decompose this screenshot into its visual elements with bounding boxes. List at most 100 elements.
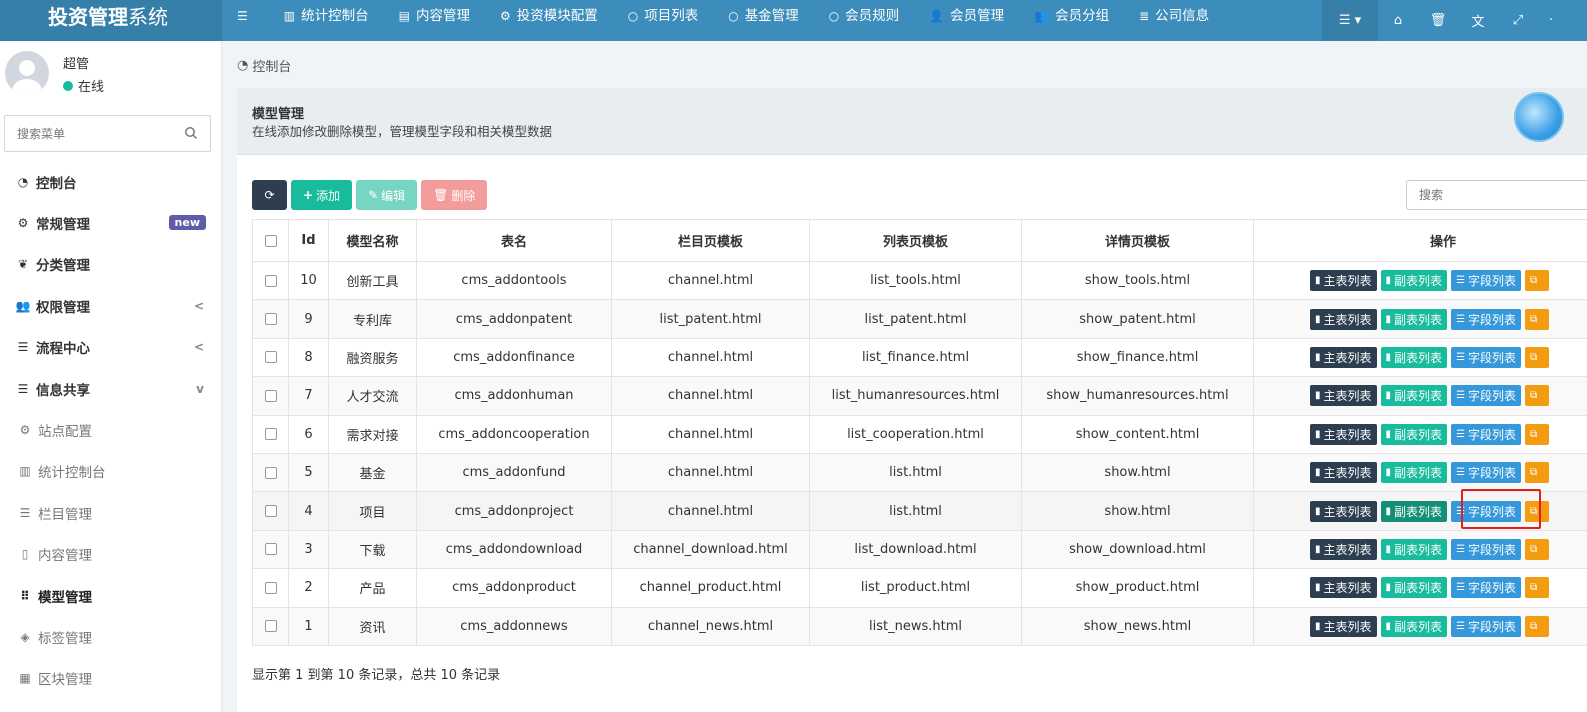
search-icon[interactable] <box>184 126 198 140</box>
field-list-button[interactable]: ☰ 字段列表 <box>1451 615 1522 637</box>
copy-button[interactable]: ⧉ <box>1525 538 1550 560</box>
row-checkbox[interactable] <box>264 581 277 594</box>
sidebar-item-dashboard[interactable]: ◔ 控制台 <box>0 161 222 202</box>
field-list-button[interactable]: ☰ 字段列表 <box>1451 500 1522 522</box>
column-header[interactable]: 详情页模板 <box>1021 219 1254 262</box>
table-row[interactable]: 7 人才交流 cms_addonhuman channel.html list_huma… <box>252 376 1587 416</box>
sub-list-button[interactable]: ▮ 副表列表 <box>1380 538 1448 560</box>
sub-list-button[interactable]: ▮ 副表列表 <box>1380 500 1448 522</box>
field-list-button[interactable]: ☰ 字段列表 <box>1451 423 1522 445</box>
column-header[interactable]: 表名 <box>416 219 612 262</box>
main-list-button[interactable]: ▮ 主表列表 <box>1310 615 1377 637</box>
home-icon[interactable]: ⌂ <box>1378 0 1418 41</box>
sub-list-button[interactable]: ▮ 副表列表 <box>1380 346 1448 368</box>
field-list-button[interactable]: ☰ 字段列表 <box>1451 270 1522 292</box>
nav-item-projects[interactable]: ○ 项目列表 <box>613 0 713 33</box>
main-list-button[interactable]: ▮ 主表列表 <box>1310 385 1377 407</box>
nav-item-content[interactable]: ▤ 内容管理 <box>384 0 485 33</box>
row-checkbox[interactable] <box>264 505 277 518</box>
sub-list-button[interactable]: ▮ 副表列表 <box>1380 308 1448 330</box>
add-button[interactable]: + 添加 <box>291 180 353 210</box>
sidebar-item-auth[interactable]: 👥 权限管理 < <box>0 285 222 326</box>
sidebar-item-stats[interactable]: ▥ 统计控制台 <box>0 451 222 492</box>
nav-toggle-button[interactable]: ☰ <box>222 0 269 33</box>
sidebar-item-block[interactable]: ▦ 区块管理 <box>0 658 222 699</box>
sidebar-item-model[interactable]: ⠿ 模型管理 <box>0 575 222 616</box>
fullscreen-icon[interactable]: ⤢ <box>1498 0 1538 41</box>
table-row[interactable]: 1 资讯 cms_addonnews channel_news.html list_ne… <box>252 606 1587 646</box>
sub-list-button[interactable]: ▮ 副表列表 <box>1380 423 1448 445</box>
column-header[interactable]: 模型名称 <box>328 219 417 262</box>
translate-icon[interactable]: 文 <box>1458 0 1498 41</box>
nav-item-company[interactable]: ≣ 公司信息 <box>1124 0 1224 33</box>
sub-list-button[interactable]: ▮ 副表列表 <box>1380 615 1448 637</box>
sidebar-item-content[interactable]: ▯ 内容管理 <box>0 534 222 575</box>
table-row[interactable]: 10 创新工具 cms_addontools channel.html list_too… <box>252 260 1587 301</box>
field-list-button[interactable]: ☰ 字段列表 <box>1451 346 1522 368</box>
row-checkbox[interactable] <box>264 351 277 364</box>
row-checkbox[interactable] <box>264 389 277 402</box>
copy-button[interactable]: ⧉ <box>1525 577 1550 599</box>
refresh-button[interactable]: ⟳ <box>252 180 287 210</box>
table-row[interactable]: 2 产品 cms_addonproduct channel_product.html l… <box>252 568 1587 608</box>
copy-button[interactable]: ⧉ <box>1525 500 1550 522</box>
sidebar-item-tags[interactable]: ◈ 标签管理 <box>0 616 222 657</box>
sidebar-item-site-config[interactable]: ⚙ 站点配置 <box>0 409 222 450</box>
nav-item-stats[interactable]: ▥ 统计控制台 <box>269 0 384 33</box>
table-row[interactable]: 9 专利库 cms_addonpatent list_patent.html list_… <box>252 299 1587 339</box>
row-checkbox[interactable] <box>264 428 277 441</box>
breadcrumb[interactable]: ◔ 控制台 <box>237 56 291 75</box>
main-list-button[interactable]: ▮ 主表列表 <box>1310 500 1377 522</box>
column-header[interactable]: 栏目页模板 <box>611 219 810 262</box>
sidebar-item-workflow[interactable]: ☰ 流程中心 < <box>0 327 222 368</box>
field-list-button[interactable]: ☰ 字段列表 <box>1451 385 1522 407</box>
sidebar-item-general[interactable]: ⚙ 常规管理 new <box>0 202 222 243</box>
table-row[interactable]: 4 项目 cms_addonproject channel.html list.html… <box>252 491 1587 531</box>
table-row[interactable]: 5 基金 cms_addonfund channel.html list.html sho… <box>252 452 1587 493</box>
row-checkbox[interactable] <box>264 620 277 633</box>
more-icon[interactable]: · <box>1538 0 1564 41</box>
copy-button[interactable]: ⧉ <box>1525 270 1550 292</box>
sidebar-item-category[interactable]: ❦ 分类管理 <box>0 244 222 285</box>
app-logo[interactable]: 投资管理系统 <box>0 0 222 41</box>
sub-list-button[interactable]: ▮ 副表列表 <box>1380 385 1448 407</box>
edit-button[interactable]: ✎ 编辑 <box>356 180 418 210</box>
field-list-button[interactable]: ☰ 字段列表 <box>1451 308 1522 330</box>
field-list-button[interactable]: ☰ 字段列表 <box>1451 538 1522 560</box>
table-row[interactable]: 3 下载 cms_addondownload channel_download.htm… <box>252 529 1587 570</box>
sidebar-item-info-share[interactable]: ☰ 信息共享 v <box>0 368 222 409</box>
copy-button[interactable]: ⧉ <box>1525 385 1550 407</box>
main-list-button[interactable]: ▮ 主表列表 <box>1310 346 1377 368</box>
table-row[interactable]: 8 融资服务 cms_addonfinance channel.html list_fi… <box>252 337 1587 378</box>
column-header[interactable]: Id <box>288 219 329 262</box>
nav-item-module-config[interactable]: ⚙ 投资模块配置 <box>485 0 613 33</box>
select-all-checkbox[interactable] <box>264 234 277 247</box>
menu-dropdown-icon[interactable]: ☰ ▾ <box>1322 0 1378 41</box>
sub-list-button[interactable]: ▮ 副表列表 <box>1380 462 1448 484</box>
sidebar-item-channel[interactable]: ☰ 栏目管理 <box>0 492 222 533</box>
delete-button[interactable]: 🗑 删除 <box>421 180 488 210</box>
main-list-button[interactable]: ▮ 主表列表 <box>1310 308 1377 330</box>
main-list-button[interactable]: ▮ 主表列表 <box>1310 577 1377 599</box>
copy-button[interactable]: ⧉ <box>1525 423 1550 445</box>
row-checkbox[interactable] <box>264 466 277 479</box>
nav-item-member-groups[interactable]: 👥 会员分组 <box>1019 0 1124 33</box>
sub-list-button[interactable]: ▮ 副表列表 <box>1380 577 1448 599</box>
row-checkbox[interactable] <box>264 543 277 556</box>
table-row[interactable]: 6 需求对接 cms_addoncooperation channel.html lis… <box>252 414 1587 454</box>
sidebar-search-input[interactable] <box>5 116 175 151</box>
nav-item-members[interactable]: 👤 会员管理 <box>914 0 1019 33</box>
avatar[interactable] <box>5 51 49 95</box>
main-list-button[interactable]: ▮ 主表列表 <box>1310 270 1377 292</box>
nav-item-funds[interactable]: ○ 基金管理 <box>713 0 813 33</box>
copy-button[interactable]: ⧉ <box>1525 308 1550 330</box>
field-list-button[interactable]: ☰ 字段列表 <box>1451 462 1522 484</box>
main-list-button[interactable]: ▮ 主表列表 <box>1310 538 1377 560</box>
table-search-input[interactable] <box>1407 181 1577 209</box>
trash-icon[interactable]: 🗑 <box>1418 0 1458 41</box>
nav-item-member-rules[interactable]: ○ 会员规则 <box>814 0 914 33</box>
row-checkbox[interactable] <box>264 274 277 287</box>
field-list-button[interactable]: ☰ 字段列表 <box>1451 577 1522 599</box>
row-checkbox[interactable] <box>264 313 277 326</box>
main-list-button[interactable]: ▮ 主表列表 <box>1310 462 1377 484</box>
